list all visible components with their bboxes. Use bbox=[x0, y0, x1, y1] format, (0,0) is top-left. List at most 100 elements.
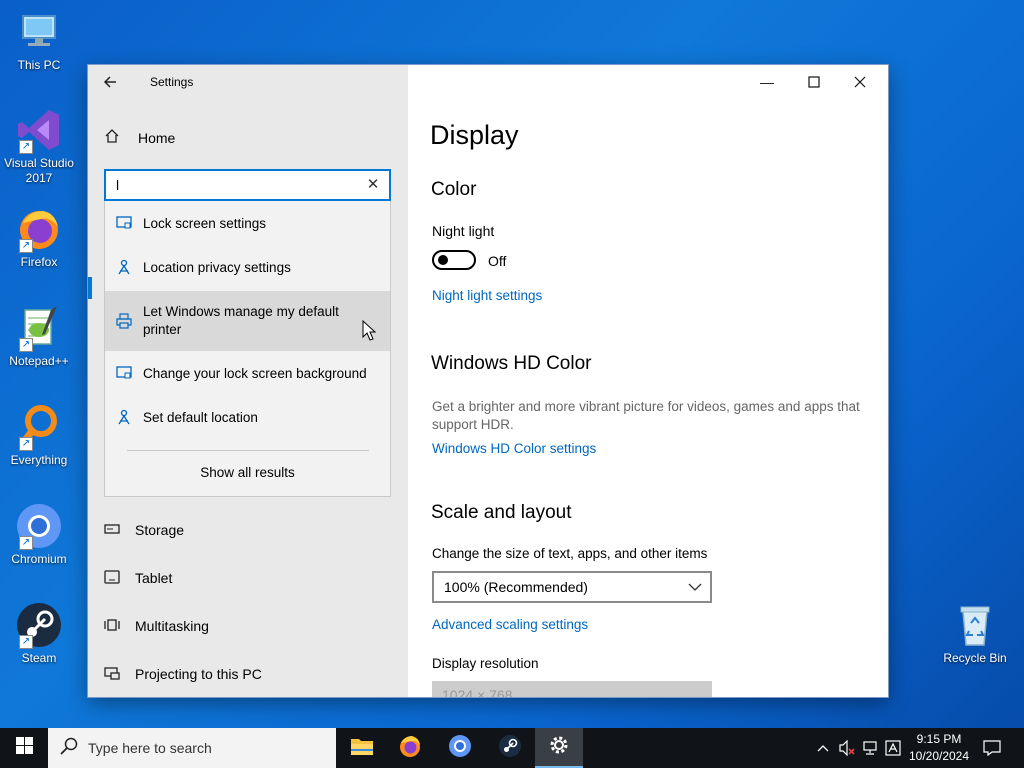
scale-dropdown[interactable]: 100% (Recommended) bbox=[432, 571, 712, 603]
desktop-icon-label: Notepad++ bbox=[9, 354, 69, 368]
maximize-icon[interactable] bbox=[803, 71, 825, 93]
gear-icon bbox=[548, 734, 570, 761]
advanced-scaling-link[interactable]: Advanced scaling settings bbox=[432, 617, 588, 632]
shortcut-arrow-icon: ↗ bbox=[19, 239, 33, 253]
firefox-icon: ↗ bbox=[15, 205, 63, 253]
hdr-description: Get a brighter and more vibrant picture … bbox=[432, 399, 860, 432]
settings-search-box[interactable]: ✕ bbox=[104, 169, 391, 201]
show-all-results-button[interactable]: Show all results bbox=[105, 465, 390, 480]
suggestion-lock-screen-settings[interactable]: Lock screen settings bbox=[105, 203, 390, 243]
lock-screen-icon bbox=[115, 364, 133, 382]
close-icon[interactable] bbox=[849, 71, 871, 93]
chromium-icon bbox=[448, 734, 472, 763]
resolution-value: 1024 × 768 bbox=[442, 687, 513, 697]
desktop-icon-notepadpp[interactable]: ↗ Notepad++ bbox=[0, 304, 78, 369]
suggestion-default-location[interactable]: Set default location bbox=[105, 397, 390, 437]
desktop-icon-steam[interactable]: ↗ Steam bbox=[0, 601, 78, 666]
taskbar-search-box[interactable]: Type here to search bbox=[48, 728, 336, 768]
sidebar-item-label: Home bbox=[138, 130, 176, 146]
suggestion-default-printer[interactable]: Let Windows manage my default printer bbox=[105, 291, 390, 351]
search-input[interactable] bbox=[106, 171, 346, 199]
taskbar-chromium[interactable] bbox=[436, 728, 484, 768]
night-light-state: Off bbox=[488, 253, 507, 269]
projecting-icon bbox=[104, 666, 122, 683]
search-placeholder: Type here to search bbox=[88, 740, 212, 756]
steam-icon: ↗ bbox=[15, 601, 63, 649]
sidebar-item-projecting[interactable]: Projecting to this PC bbox=[104, 663, 262, 685]
desktop-icon-everything[interactable]: ↗ Everything bbox=[0, 403, 78, 468]
volume-muted-icon[interactable] bbox=[836, 728, 858, 768]
notepadpp-icon: ↗ bbox=[15, 304, 63, 352]
scale-value: 100% (Recommended) bbox=[444, 579, 588, 595]
desktop-icon-this-pc[interactable]: This PC bbox=[0, 8, 78, 73]
desktop-icon-recycle-bin[interactable]: Recycle Bin bbox=[936, 601, 1014, 666]
steam-icon bbox=[498, 734, 522, 763]
suggestion-label: Let Windows manage my default printer bbox=[143, 304, 339, 337]
desktop-icon-firefox[interactable]: ↗ Firefox bbox=[0, 205, 78, 270]
sidebar-item-home[interactable]: Home bbox=[104, 127, 175, 149]
settings-sidebar: Settings Home ▯ ▯ ▯ ▯ ✕ Lock screen sett… bbox=[88, 65, 408, 697]
notification-icon[interactable] bbox=[980, 728, 1004, 768]
sidebar-item-multitasking[interactable]: Multitasking bbox=[104, 615, 209, 637]
desktop-icon-label: This PC bbox=[17, 58, 61, 72]
chromium-icon: ↗ bbox=[15, 502, 63, 550]
sidebar-item-label: Tablet bbox=[135, 570, 173, 586]
shortcut-arrow-icon: ↗ bbox=[19, 338, 33, 352]
location-icon bbox=[115, 408, 133, 426]
desktop-icon-label: Everything bbox=[10, 453, 68, 467]
taskbar-steam[interactable] bbox=[486, 728, 534, 768]
desktop-icon-label: Recycle Bin bbox=[943, 651, 1007, 665]
network-icon[interactable] bbox=[860, 728, 882, 768]
suggestion-label: Set default location bbox=[143, 409, 258, 425]
chevron-up-icon[interactable] bbox=[812, 728, 834, 768]
language-icon[interactable] bbox=[882, 728, 904, 768]
search-suggestions: Lock screen settings Location privacy se… bbox=[104, 201, 391, 497]
location-privacy-icon bbox=[115, 258, 133, 276]
everything-search-icon: ↗ bbox=[15, 403, 63, 451]
back-arrow-icon[interactable] bbox=[102, 71, 124, 93]
shortcut-arrow-icon: ↗ bbox=[19, 536, 33, 550]
shortcut-arrow-icon: ↗ bbox=[19, 140, 33, 154]
desktop-icon-label: Firefox bbox=[20, 255, 58, 269]
suggestion-label: Lock screen settings bbox=[143, 215, 267, 231]
section-heading-color: Color bbox=[431, 179, 477, 200]
divider bbox=[127, 450, 369, 451]
night-light-toggle[interactable] bbox=[432, 250, 476, 270]
night-light-settings-link[interactable]: Night light settings bbox=[432, 288, 542, 303]
desktop-icon-visual-studio[interactable]: ↗ Visual Studio 2017 bbox=[0, 106, 78, 186]
desktop-icon-chromium[interactable]: ↗ Chromium bbox=[0, 502, 78, 567]
close-icon[interactable]: ✕ bbox=[363, 175, 383, 195]
clock-time: 9:15 PM bbox=[916, 732, 962, 746]
section-heading-scale: Scale and layout bbox=[431, 502, 572, 523]
start-button[interactable] bbox=[0, 728, 48, 768]
taskbar-settings[interactable] bbox=[535, 728, 583, 768]
shortcut-arrow-icon: ↗ bbox=[19, 437, 33, 451]
minimize-icon[interactable]: — bbox=[756, 71, 778, 93]
selected-indicator bbox=[88, 277, 92, 299]
sidebar-item-tablet[interactable]: Tablet bbox=[104, 567, 172, 589]
visual-studio-icon: ↗ bbox=[15, 106, 63, 154]
scale-label: Change the size of text, apps, and other… bbox=[432, 546, 708, 561]
sidebar-item-label: Storage bbox=[135, 522, 185, 538]
sidebar-item-storage[interactable]: Storage bbox=[104, 519, 184, 541]
sidebar-item-label: Projecting to this PC bbox=[135, 666, 262, 682]
suggestion-location-privacy[interactable]: Location privacy settings bbox=[105, 247, 390, 287]
section-heading-hdr: Windows HD Color bbox=[431, 353, 592, 374]
settings-content: — Display Color Night light Off Night li… bbox=[408, 65, 888, 697]
resolution-dropdown[interactable]: 1024 × 768 bbox=[432, 681, 712, 697]
multitasking-icon bbox=[104, 618, 122, 635]
suggestion-label: Change your lock screen background bbox=[143, 365, 367, 381]
desktop-icon-label: Visual Studio 2017 bbox=[4, 156, 74, 185]
taskbar-file-explorer[interactable] bbox=[338, 728, 386, 768]
suggestion-lock-screen-background[interactable]: Change your lock screen background bbox=[105, 353, 390, 393]
desktop-icon-label: Chromium bbox=[11, 552, 67, 566]
system-clock[interactable]: 9:15 PM 10/20/2024 bbox=[902, 731, 976, 765]
search-icon bbox=[60, 737, 78, 760]
taskbar-firefox[interactable] bbox=[386, 728, 434, 768]
hdr-settings-link[interactable]: Windows HD Color settings bbox=[432, 441, 596, 456]
suggestion-label: Location privacy settings bbox=[143, 259, 291, 275]
shortcut-arrow-icon: ↗ bbox=[19, 635, 33, 649]
printer-icon bbox=[115, 312, 133, 330]
taskbar: Type here to search 9:15 PM 10/20/2024 bbox=[0, 728, 1024, 768]
clock-date: 10/20/2024 bbox=[908, 749, 970, 763]
